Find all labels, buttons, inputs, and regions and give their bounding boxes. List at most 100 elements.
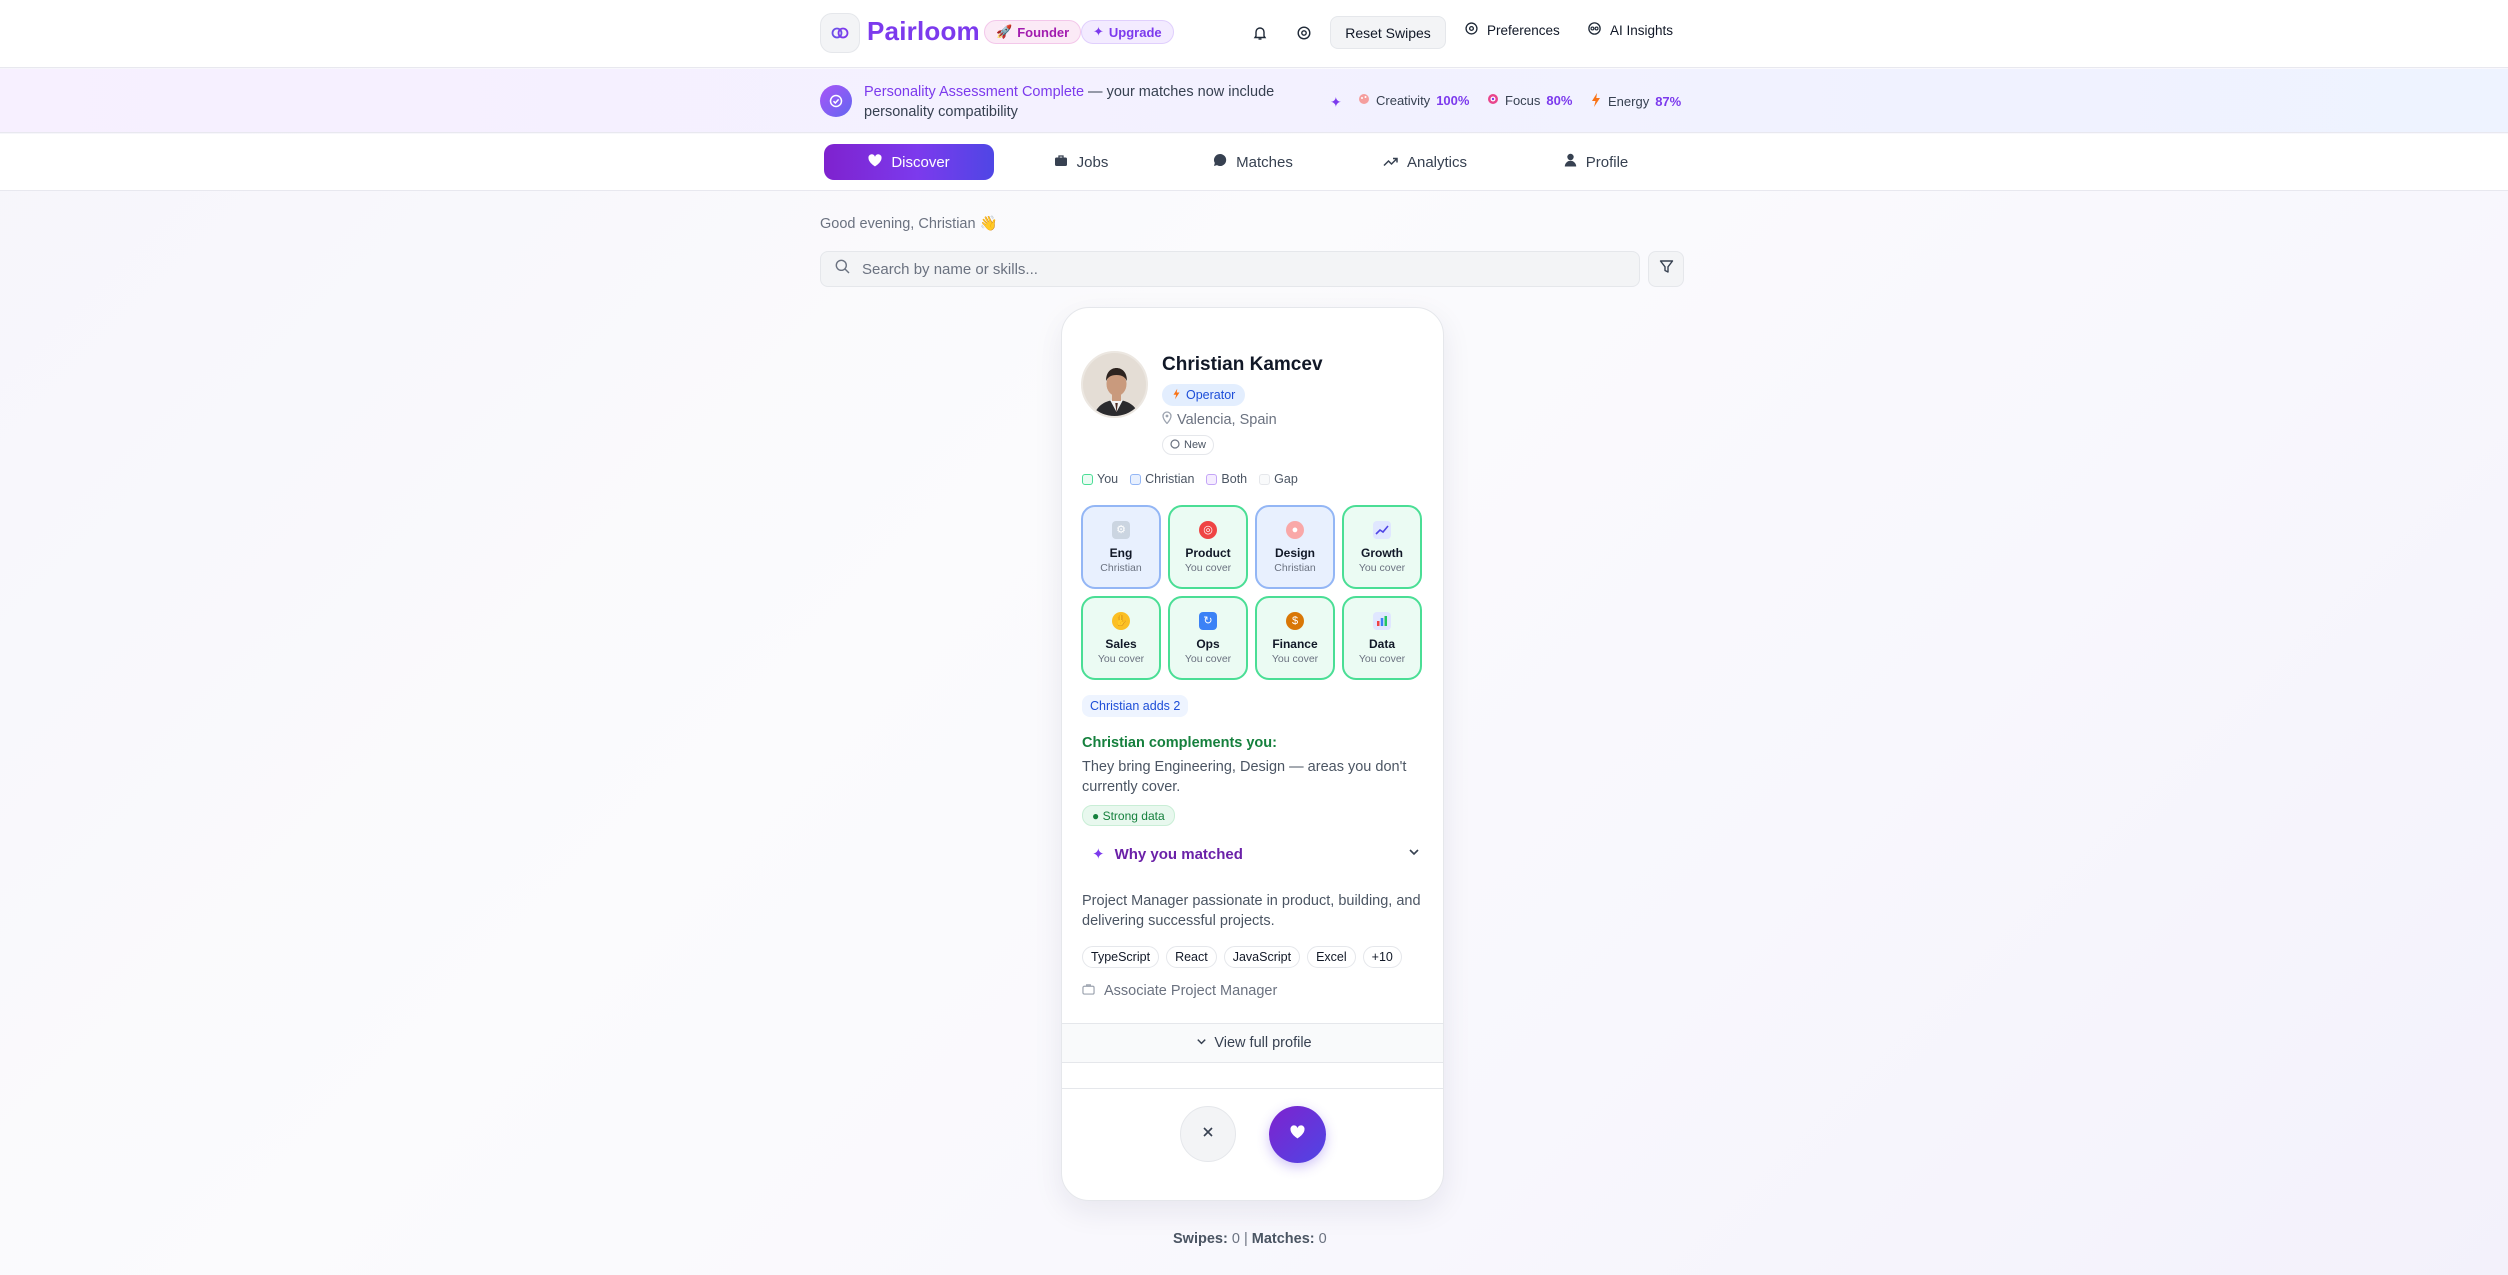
user-icon [1564, 153, 1577, 171]
target-icon [1487, 93, 1499, 108]
stat-focus: Focus 80% [1487, 93, 1572, 108]
tab-profile[interactable]: Profile [1561, 144, 1631, 180]
like-button[interactable] [1269, 1106, 1326, 1163]
top-header: Pairloom 🚀 Founder ✦ Upgrade Reset Swipes … [0, 0, 2508, 68]
sparkle-icon: ✦ [1092, 846, 1105, 863]
lightning-icon [1172, 388, 1181, 403]
banner-message: Personality Assessment Complete — your m… [864, 82, 1304, 122]
tile-name: Sales [1105, 636, 1137, 651]
tab-discover[interactable]: Discover [824, 144, 994, 180]
tile-name: Product [1185, 545, 1231, 560]
status-label: New [1184, 439, 1207, 451]
brain-icon [1587, 21, 1602, 39]
role-label: Operator [1186, 388, 1236, 402]
stat-creativity: Creativity 100% [1358, 93, 1469, 108]
job-title-text: Associate Project Manager [1104, 983, 1278, 999]
main-nav: Discover Jobs Matches Analytics Profile [0, 134, 2508, 191]
tile-sub: You cover [1358, 652, 1406, 665]
heart-icon [868, 153, 882, 171]
palette-icon [1358, 93, 1370, 108]
bar-chart-icon [1373, 611, 1391, 630]
tab-label: Discover [891, 153, 950, 171]
tile-name: Design [1274, 545, 1315, 560]
tab-analytics[interactable]: Analytics [1381, 144, 1469, 180]
divider [1062, 1088, 1443, 1089]
upgrade-button[interactable]: ✦ Upgrade [1081, 20, 1174, 44]
coverage-legend: You Christian Both Gap [1082, 472, 1298, 486]
role-badge: Operator [1162, 384, 1246, 406]
legend-label: Gap [1274, 472, 1298, 486]
founder-badge: 🚀 Founder [984, 20, 1082, 44]
why-matched-toggle[interactable]: ✦ Why you matched [1082, 839, 1427, 869]
matches-count: 0 [1318, 1231, 1327, 1247]
skill-tags: TypeScript React JavaScript Excel +10 [1082, 946, 1402, 968]
tile-ops[interactable]: ↻ Ops You cover [1168, 596, 1248, 680]
profile-card[interactable]: Christian Kamcev Operator Valencia, Spai… [1061, 307, 1444, 1201]
lightning-icon [1590, 93, 1602, 110]
stat-label: Focus [1505, 93, 1541, 108]
swipe-stats: Swipes: 0 | Matches: 0 [1173, 1231, 1327, 1247]
tile-data[interactable]: Data You cover [1342, 596, 1422, 680]
map-pin-icon [1162, 411, 1172, 428]
tile-sales[interactable]: ✋ Sales You cover [1081, 596, 1161, 680]
check-circle-icon [820, 85, 852, 117]
logo-icon[interactable] [820, 13, 860, 53]
tile-sub: Christian [1274, 561, 1316, 574]
search-bar[interactable] [820, 251, 1640, 287]
tile-sub: You cover [1271, 652, 1319, 665]
job-title: Associate Project Manager [1082, 983, 1277, 999]
pass-button[interactable] [1180, 1106, 1236, 1162]
skill-tag: JavaScript [1223, 946, 1301, 968]
founder-label: Founder [1017, 24, 1070, 40]
personality-banner: Personality Assessment Complete — your m… [0, 69, 2508, 133]
tile-design[interactable]: ● Design Christian [1255, 505, 1335, 589]
adds-badge: Christian adds 2 [1082, 695, 1189, 717]
tab-label: Matches [1236, 153, 1293, 171]
legend-label: Both [1221, 472, 1248, 486]
reset-swipes-button[interactable]: Reset Swipes [1330, 16, 1446, 49]
gear-icon: ⚙ [1112, 520, 1130, 539]
tile-name: Growth [1361, 545, 1403, 560]
matches-label: Matches: [1251, 1231, 1315, 1247]
bell-icon[interactable] [1247, 20, 1273, 46]
tile-eng[interactable]: ⚙ Eng Christian [1081, 505, 1161, 589]
tile-sub: You cover [1184, 652, 1232, 665]
trending-up-icon [1383, 154, 1398, 171]
brand-name[interactable]: Pairloom [867, 16, 980, 47]
rocket-icon: 🚀 [996, 24, 1013, 39]
filter-button[interactable] [1648, 251, 1684, 287]
ai-insights-button[interactable]: AI Insights [1587, 21, 1673, 39]
heart-icon [1290, 1125, 1305, 1144]
profile-bio: Project Manager passionate in product, b… [1082, 893, 1421, 929]
tab-jobs[interactable]: Jobs [1050, 144, 1112, 180]
view-full-profile-button[interactable]: View full profile [1062, 1023, 1443, 1063]
avatar [1081, 351, 1148, 418]
skill-tag: TypeScript [1082, 946, 1160, 968]
tile-sub: You cover [1358, 561, 1406, 574]
tile-sub: You cover [1184, 561, 1232, 574]
tile-finance[interactable]: $ Finance You cover [1255, 596, 1335, 680]
filter-icon [1659, 259, 1674, 279]
tile-name: Eng [1109, 545, 1133, 560]
separator: | [1243, 1231, 1252, 1247]
tile-name: Ops [1196, 636, 1220, 651]
swipes-count: 0 [1231, 1231, 1240, 1247]
target-icon: ◎ [1199, 520, 1217, 539]
data-strength-badge: ● Strong data [1082, 805, 1175, 826]
tile-product[interactable]: ◎ Product You cover [1168, 505, 1248, 589]
search-input[interactable] [862, 260, 1622, 278]
stat-value: 87% [1655, 94, 1682, 109]
complement-title: Christian complements you: [1082, 735, 1277, 751]
settings-icon[interactable] [1291, 20, 1317, 46]
more-skills-tag[interactable]: +10 [1362, 946, 1402, 968]
circle-icon [1170, 438, 1180, 452]
tab-matches[interactable]: Matches [1210, 144, 1296, 180]
tab-label: Jobs [1076, 153, 1109, 171]
preferences-label: Preferences [1487, 22, 1560, 38]
chevron-down-icon [1195, 1035, 1208, 1052]
complement-text: They bring Engineering, Design — areas y… [1082, 759, 1407, 795]
legend-both: Both [1206, 472, 1247, 486]
ai-insights-label: AI Insights [1610, 22, 1674, 38]
tile-growth[interactable]: Growth You cover [1342, 505, 1422, 589]
preferences-button[interactable]: Preferences [1464, 21, 1560, 39]
